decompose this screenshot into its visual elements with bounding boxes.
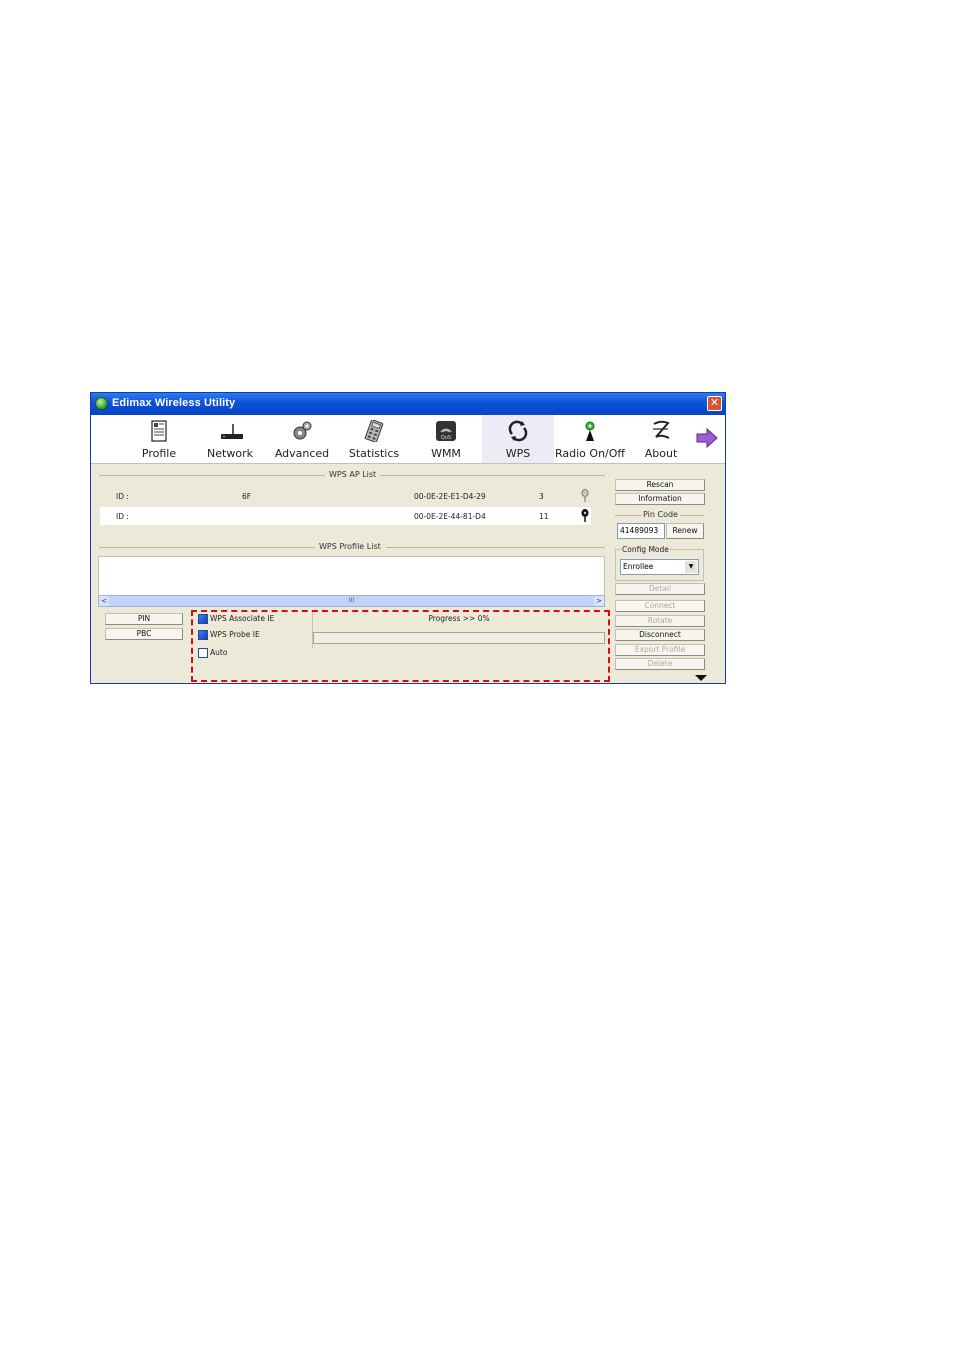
config-mode-select[interactable]: Enrollee ▼	[620, 559, 699, 575]
tab-radio-label: Radio On/Off	[555, 447, 625, 460]
information-button[interactable]: Information	[615, 493, 705, 505]
tab-statistics-label: Statistics	[348, 447, 400, 460]
wps-ap-list: ID : 6F 00-0E-2E-E1-D4-29 3 ID : 00-0E-2…	[98, 485, 605, 531]
tab-network-label: Network	[207, 447, 253, 460]
ap-row[interactable]: ID : 00-0E-2E-44-81-D4 11	[100, 507, 591, 525]
scroll-left-button[interactable]: <	[99, 596, 109, 606]
about-logo-icon	[653, 420, 670, 439]
delete-button[interactable]: Delete	[615, 658, 705, 670]
ap-row[interactable]: ID : 6F 00-0E-2E-E1-D4-29 3	[100, 487, 591, 505]
scroll-right-button[interactable]: >	[594, 596, 604, 606]
horizontal-scrollbar[interactable]: < III >	[98, 595, 605, 607]
chevron-down-icon[interactable]: ▼	[685, 561, 697, 573]
radio-antenna-icon	[585, 421, 595, 441]
router-icon	[221, 424, 243, 439]
next-arrow-icon[interactable]	[695, 427, 719, 449]
title-bar[interactable]: Edimax Wireless Utility ✕	[91, 393, 725, 415]
calculator-icon	[364, 420, 384, 442]
divider	[380, 475, 605, 476]
config-mode-value: Enrollee	[623, 562, 654, 571]
export-profile-button[interactable]: Export Profile	[615, 644, 705, 656]
ap-channel: 11	[539, 512, 549, 521]
divider	[99, 475, 325, 476]
wps-icon	[508, 420, 528, 442]
progress-text: Progress >> 0%	[428, 614, 490, 623]
connect-button[interactable]: Connect	[615, 600, 705, 612]
tab-wps-label: WPS	[505, 447, 531, 460]
ap-id-label: ID :	[116, 512, 129, 521]
ap-ssid: 6F	[242, 492, 252, 501]
close-button[interactable]: ✕	[707, 396, 722, 411]
divider	[615, 515, 641, 516]
wps-probe-ie-checkbox[interactable]	[198, 630, 208, 640]
tab-wmm-label: WMM	[431, 447, 461, 460]
tab-network[interactable]: Network	[194, 415, 266, 463]
tab-statistics[interactable]: Statistics	[338, 415, 410, 463]
tab-about[interactable]: About	[625, 415, 697, 463]
pin-button[interactable]: PIN	[105, 613, 183, 625]
pbc-button[interactable]: PBC	[105, 628, 183, 640]
auto-checkbox[interactable]	[198, 648, 208, 658]
detail-button[interactable]: Detail	[615, 583, 705, 595]
divider	[99, 547, 315, 548]
app-icon	[95, 397, 108, 410]
progress-bar	[313, 632, 605, 644]
pin-code-label: Pin Code	[643, 510, 678, 519]
key-icon	[581, 509, 589, 522]
wps-profile-list[interactable]	[98, 556, 605, 596]
auto-label: Auto	[210, 648, 228, 657]
wps-profile-list-title: WPS Profile List	[319, 542, 381, 551]
tab-profile[interactable]: Profile	[123, 415, 195, 463]
divider	[386, 547, 605, 548]
ap-channel: 3	[539, 492, 544, 501]
tab-advanced-label: Advanced	[274, 447, 330, 460]
gears-icon	[293, 421, 312, 440]
ap-bssid: 00-0E-2E-E1-D4-29	[414, 492, 486, 501]
svg-text:QoS: QoS	[441, 435, 451, 441]
more-down-icon[interactable]	[695, 675, 707, 681]
tab-about-label: About	[644, 447, 678, 460]
config-mode-label: Config Mode	[621, 545, 670, 554]
qos-icon: QoS	[436, 421, 456, 441]
ap-bssid: 00-0E-2E-44-81-D4	[414, 512, 486, 521]
tab-radio-on-off[interactable]: Radio On/Off	[553, 415, 627, 463]
wps-probe-ie-label: WPS Probe IE	[210, 630, 260, 639]
key-icon	[581, 489, 589, 502]
divider	[680, 515, 704, 516]
wps-associate-ie-checkbox[interactable]	[198, 614, 208, 624]
renew-button[interactable]: Renew	[666, 523, 704, 539]
ap-id-label: ID :	[116, 492, 129, 501]
profile-document-icon	[151, 420, 167, 442]
scroll-thumb[interactable]: III	[109, 596, 594, 606]
wps-ap-list-title: WPS AP List	[329, 470, 377, 479]
window-title: Edimax Wireless Utility	[112, 397, 236, 409]
tab-wps[interactable]: WPS	[482, 415, 554, 463]
wps-associate-ie-label: WPS Associate IE	[210, 614, 275, 623]
disconnect-button[interactable]: Disconnect	[615, 629, 705, 641]
pin-code-field[interactable]: 41489093	[617, 523, 665, 539]
rescan-button[interactable]: Rescan	[615, 479, 705, 491]
tab-wmm[interactable]: QoS WMM	[410, 415, 482, 463]
rotate-button[interactable]: Rotate	[615, 615, 705, 627]
toolbar: Profile Network Advanced Statistics QoS …	[91, 415, 725, 464]
tab-advanced[interactable]: Advanced	[266, 415, 338, 463]
tab-profile-label: Profile	[141, 447, 177, 460]
